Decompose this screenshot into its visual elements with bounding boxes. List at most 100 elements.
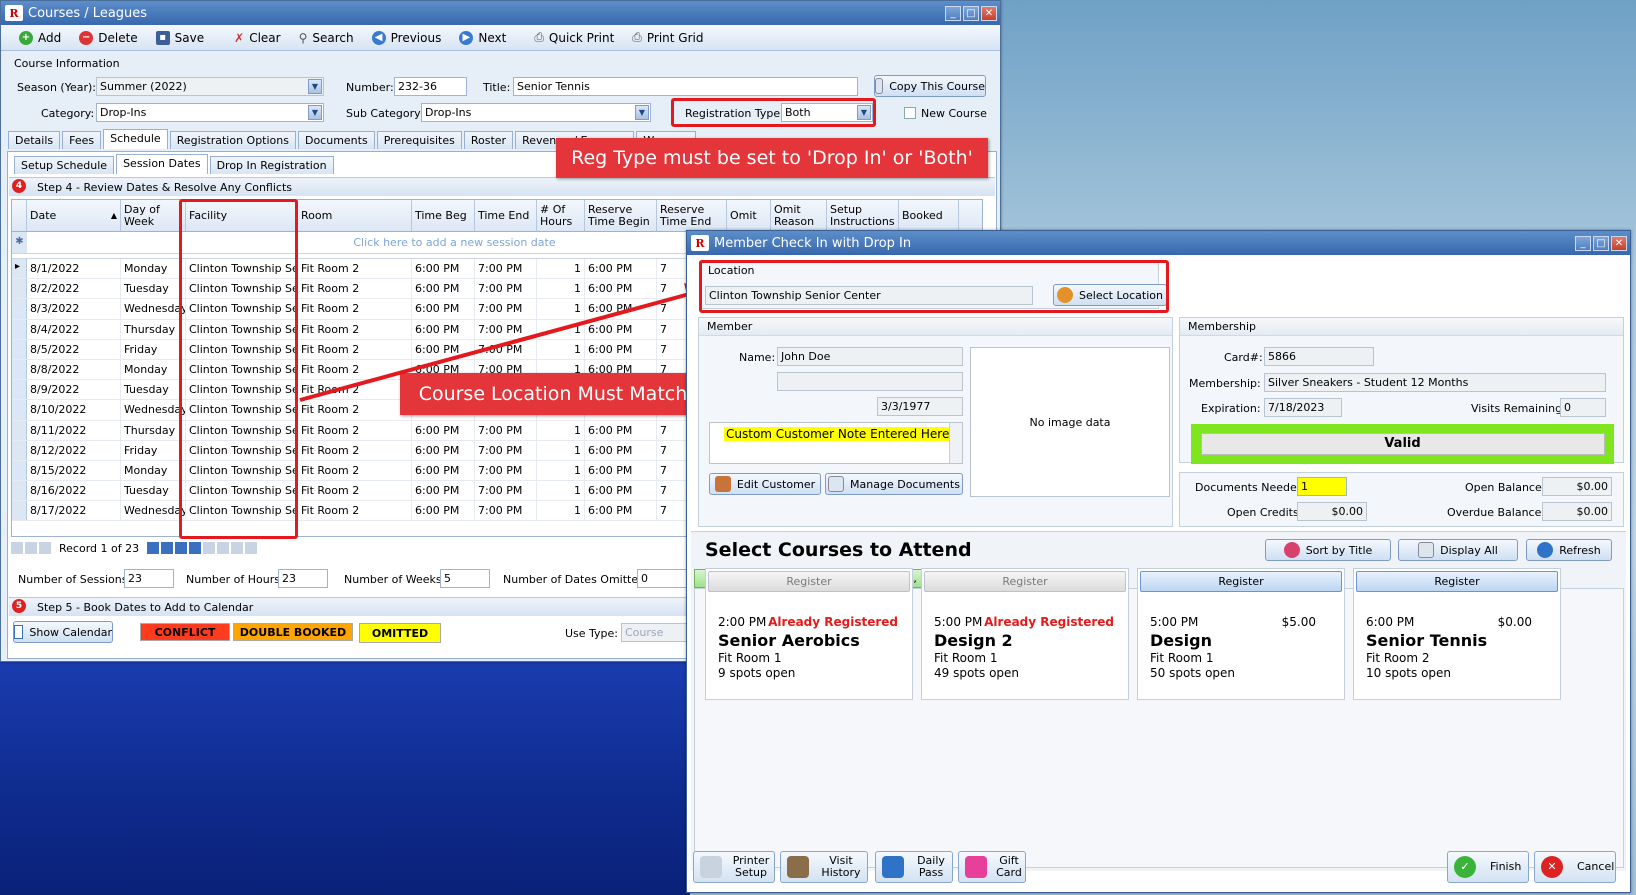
table-cell: 8/8/2022	[27, 359, 121, 380]
col-booked[interactable]: Booked	[899, 200, 959, 231]
clear-button[interactable]: ✗ Clear	[234, 31, 280, 45]
row-selector[interactable]	[12, 481, 27, 501]
open-credits-label: Open Credits:	[1227, 506, 1303, 519]
table-cell: Clinton Township Se...	[186, 481, 298, 501]
nav-prev-page-icon[interactable]	[25, 542, 37, 554]
table-cell: 6:00 PM	[412, 259, 475, 279]
add-button[interactable]: + Add	[19, 30, 61, 45]
search-button[interactable]: ⚲ Search	[299, 31, 354, 45]
quick-print-button[interactable]: ⎙ Quick Print	[534, 30, 614, 45]
nav-add-icon[interactable]	[189, 542, 202, 554]
nav-prev-icon[interactable]	[39, 542, 51, 554]
row-selector[interactable]	[12, 299, 27, 319]
nav-next-page-icon[interactable]	[161, 542, 174, 554]
col-omit-reason[interactable]: Omit Reason	[771, 200, 827, 231]
printer-setup-button[interactable]: Printer Setup	[693, 851, 775, 883]
regtype-select[interactable]: Both ▼	[781, 103, 873, 122]
note-scrollbar[interactable]	[949, 423, 962, 463]
membership-header: Membership	[1180, 318, 1623, 336]
register-button[interactable]: Register	[708, 571, 910, 592]
nav-first-icon[interactable]	[11, 542, 23, 554]
status-valid: Valid	[1200, 433, 1605, 455]
col-hours[interactable]: # Of Hours	[537, 200, 585, 231]
visit-history-button[interactable]: Visit History	[780, 851, 868, 883]
nav-next-icon[interactable]	[147, 542, 160, 554]
save-button[interactable]: ▪ Save	[155, 30, 204, 45]
col-day[interactable]: Day of Week	[121, 200, 186, 231]
subcategory-select[interactable]: Drop-Ins ▼	[421, 103, 651, 122]
sort-by-title-button[interactable]: Sort by Title	[1265, 539, 1391, 561]
gift-card-button[interactable]: Gift Card	[958, 851, 1026, 883]
row-selector[interactable]	[12, 380, 27, 400]
col-reserve-begin[interactable]: Reserve Time Begin	[585, 200, 657, 231]
table-cell: 8/17/2022	[27, 501, 121, 521]
edit-customer-button[interactable]: Edit Customer	[709, 473, 821, 495]
select-location-button[interactable]: Select Location	[1053, 284, 1167, 306]
new-row-icon: ✱	[12, 232, 27, 253]
close-button[interactable]: ✕	[981, 5, 997, 21]
col-time-end[interactable]: Time End	[475, 200, 537, 231]
nav-cancel-icon[interactable]	[245, 542, 258, 554]
copy-course-button[interactable]: Copy This Course	[874, 75, 986, 97]
row-selector[interactable]	[12, 460, 27, 481]
tab-schedule[interactable]: Schedule	[103, 129, 168, 149]
col-setup-instructions[interactable]: Setup Instructions	[827, 200, 899, 231]
cancel-button[interactable]: ✕ Cancel	[1534, 851, 1616, 883]
row-selector[interactable]	[12, 400, 27, 420]
nav-last-icon[interactable]	[175, 542, 188, 554]
use-type-select[interactable]: Course	[621, 623, 691, 642]
col-reserve-end[interactable]: Reserve Time End	[657, 200, 727, 231]
number-field[interactable]: 232-36	[394, 77, 467, 96]
col-room[interactable]: Room	[298, 200, 412, 231]
finish-button[interactable]: ✓ Finish	[1447, 851, 1529, 883]
cancel-icon: ✕	[1541, 856, 1563, 878]
season-select[interactable]: Summer (2022) ▼	[96, 77, 324, 96]
category-select[interactable]: Drop-Ins ▼	[96, 103, 324, 122]
maximize-button[interactable]: □	[1593, 235, 1609, 251]
display-all-button[interactable]: Display All	[1398, 539, 1518, 561]
nav-delete-icon[interactable]	[203, 542, 216, 554]
manage-documents-button[interactable]: Manage Documents	[825, 473, 963, 495]
tab-setup-schedule[interactable]: Setup Schedule	[14, 156, 115, 174]
row-selector[interactable]	[12, 501, 27, 521]
row-selector[interactable]	[12, 339, 27, 359]
row-selector[interactable]	[12, 420, 27, 440]
row-selector[interactable]	[12, 319, 27, 339]
col-omit[interactable]: Omit	[727, 200, 771, 231]
tab-documents[interactable]: Documents	[297, 131, 375, 149]
daily-pass-button[interactable]: Daily Pass	[875, 851, 953, 883]
register-button[interactable]: Register	[924, 571, 1126, 592]
tab-roster[interactable]: Roster	[463, 131, 514, 149]
register-button[interactable]: Register	[1356, 571, 1558, 592]
tab-registration-options[interactable]: Registration Options	[169, 131, 296, 149]
table-cell: 7:00 PM	[475, 319, 537, 339]
title-field[interactable]: Senior Tennis	[513, 77, 858, 96]
nav-save-icon[interactable]	[231, 542, 244, 554]
tab-dropin-registration[interactable]: Drop In Registration	[209, 156, 334, 174]
refresh-button[interactable]: Refresh	[1526, 539, 1612, 561]
current-row-indicator[interactable]: ▸	[12, 259, 27, 279]
tab-details[interactable]: Details	[8, 131, 61, 149]
row-selector[interactable]	[12, 359, 27, 380]
row-selector[interactable]	[12, 279, 27, 299]
register-button[interactable]: Register	[1140, 571, 1342, 592]
nav-edit-icon[interactable]	[217, 542, 230, 554]
print-grid-button[interactable]: ⎙ Print Grid	[632, 30, 703, 45]
close-button[interactable]: ✕	[1611, 235, 1627, 251]
next-button[interactable]: ▶ Next	[459, 30, 506, 45]
maximize-button[interactable]: □	[963, 5, 979, 21]
tab-fees[interactable]: Fees	[62, 131, 102, 149]
col-facility[interactable]: Facility	[186, 200, 298, 231]
new-course-checkbox[interactable]	[904, 107, 916, 119]
tab-session-dates[interactable]: Session Dates	[116, 154, 208, 174]
minimize-button[interactable]: _	[945, 5, 961, 21]
delete-button[interactable]: − Delete	[79, 30, 138, 45]
previous-button[interactable]: ◀ Previous	[371, 30, 441, 45]
show-calendar-button[interactable]: Show Calendar	[13, 621, 113, 643]
col-time-beg[interactable]: Time Beg	[412, 200, 475, 231]
row-selector[interactable]	[12, 440, 27, 460]
omitted-count-label: Number of Dates Omitted:	[503, 573, 649, 586]
tab-prerequisites[interactable]: Prerequisites	[376, 131, 462, 149]
minimize-button[interactable]: _	[1575, 235, 1591, 251]
col-date[interactable]: Date ▲	[27, 200, 121, 231]
